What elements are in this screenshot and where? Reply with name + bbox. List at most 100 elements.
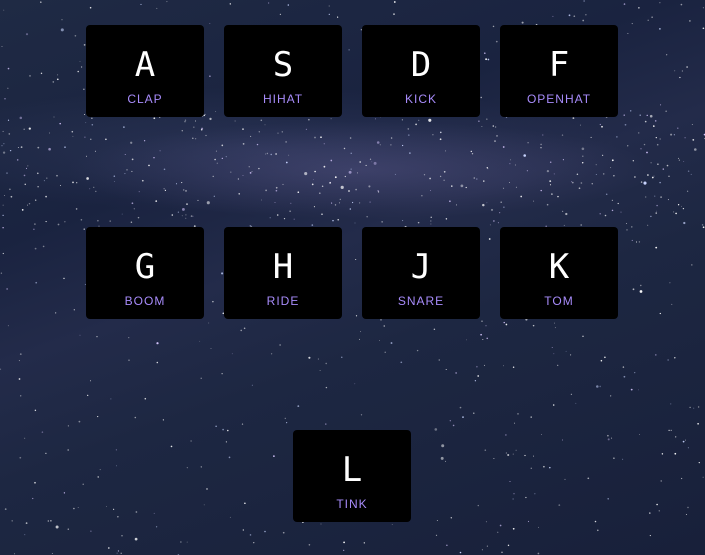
- star: [156, 361, 159, 364]
- star: [82, 483, 84, 485]
- star: [84, 114, 86, 115]
- star: [348, 49, 350, 51]
- star: [3, 195, 5, 197]
- star: [131, 170, 133, 173]
- star: [21, 209, 24, 211]
- star: [297, 405, 300, 407]
- star: [170, 445, 173, 448]
- star: [549, 184, 552, 186]
- star: [485, 521, 487, 523]
- star: [110, 398, 112, 400]
- drum-key-k[interactable]: K TOM: [500, 227, 618, 319]
- star: [623, 375, 626, 378]
- star: [194, 138, 197, 140]
- star: [631, 239, 633, 241]
- star: [214, 158, 216, 161]
- star: [225, 155, 227, 158]
- star: [686, 190, 689, 192]
- star: [270, 353, 273, 355]
- drum-key-s[interactable]: S HIHAT: [224, 25, 342, 117]
- star: [580, 182, 583, 184]
- star: [193, 126, 195, 128]
- star: [632, 288, 635, 291]
- star: [418, 119, 420, 122]
- star: [2, 214, 4, 217]
- star: [7, 87, 9, 89]
- star: [656, 210, 657, 212]
- star: [215, 111, 217, 112]
- drum-key-h[interactable]: H RIDE: [224, 227, 342, 319]
- star: [276, 214, 279, 216]
- star: [660, 480, 662, 482]
- star: [562, 439, 563, 441]
- star: [694, 148, 697, 151]
- star: [64, 146, 66, 148]
- star: [384, 351, 386, 353]
- star: [638, 433, 640, 435]
- star: [685, 514, 687, 515]
- star: [67, 425, 70, 427]
- star: [629, 110, 632, 112]
- star: [208, 322, 210, 324]
- star: [645, 196, 647, 198]
- star: [34, 409, 37, 412]
- star: [580, 224, 583, 226]
- drum-key-l[interactable]: L TINK: [293, 430, 411, 522]
- drum-key-j[interactable]: J SNARE: [362, 227, 480, 319]
- star: [349, 208, 352, 210]
- star: [264, 124, 266, 126]
- star: [24, 437, 26, 439]
- star: [446, 544, 448, 547]
- star: [655, 212, 657, 214]
- drum-key-g[interactable]: G BOOM: [86, 227, 204, 319]
- star: [662, 168, 665, 170]
- drum-key-d[interactable]: D KICK: [362, 25, 480, 117]
- star: [659, 2, 661, 4]
- star: [107, 547, 110, 549]
- star: [430, 220, 432, 222]
- star: [321, 213, 323, 215]
- star: [228, 456, 231, 459]
- key-letter: S: [272, 45, 294, 85]
- star: [74, 34, 77, 37]
- star: [643, 181, 647, 185]
- star: [40, 1, 42, 3]
- drum-key-a[interactable]: A CLAP: [86, 25, 204, 117]
- star: [513, 492, 515, 495]
- star: [7, 119, 10, 121]
- star: [667, 199, 669, 201]
- star: [153, 512, 155, 514]
- star: [613, 175, 615, 177]
- star: [477, 504, 479, 507]
- star: [521, 21, 524, 24]
- star: [451, 185, 453, 187]
- star: [670, 133, 673, 136]
- star: [27, 204, 29, 206]
- star: [440, 131, 442, 134]
- star: [655, 354, 657, 356]
- star: [80, 219, 83, 221]
- star: [40, 72, 43, 75]
- star: [478, 120, 480, 122]
- star: [105, 505, 107, 507]
- star: [376, 141, 380, 144]
- star: [87, 394, 89, 397]
- star: [209, 23, 211, 24]
- star: [37, 172, 39, 175]
- star: [635, 241, 638, 243]
- drum-key-f[interactable]: F OPENHAT: [500, 25, 618, 117]
- star: [527, 520, 530, 523]
- star: [553, 322, 555, 324]
- star: [84, 136, 86, 138]
- star: [279, 13, 282, 16]
- star: [499, 524, 502, 527]
- star: [330, 118, 332, 120]
- star: [360, 414, 363, 416]
- star: [334, 204, 337, 206]
- star: [51, 552, 53, 554]
- star: [258, 167, 260, 170]
- star: [286, 422, 288, 424]
- star: [640, 284, 642, 287]
- star: [221, 157, 223, 160]
- star: [503, 365, 504, 367]
